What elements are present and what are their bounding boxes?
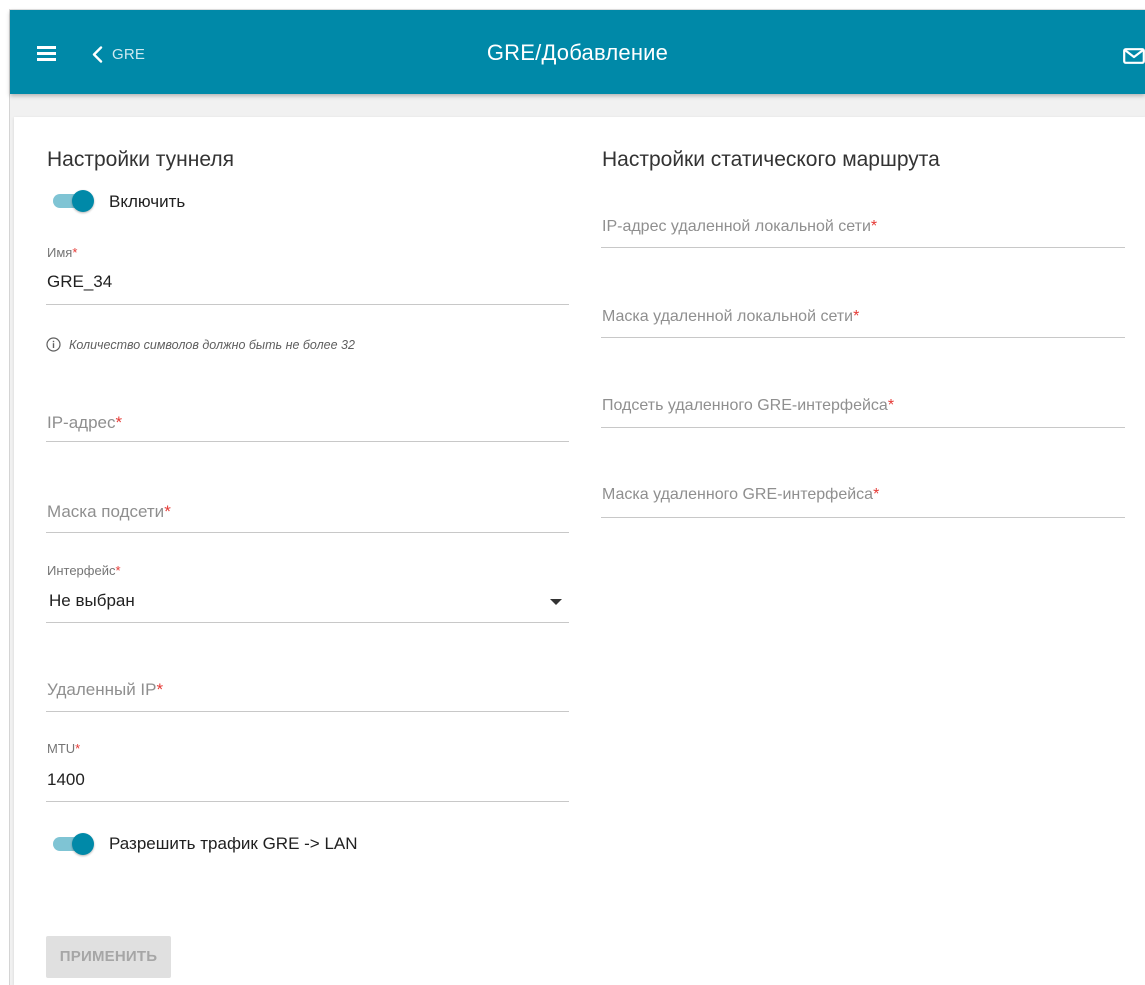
remote-ip-placeholder: Удаленный IP* <box>47 680 164 699</box>
name-hint-text: Количество символов должно быть не более… <box>69 337 355 352</box>
remote-gre-mask-placeholder: Маска удаленного GRE-интерфейса* <box>602 486 880 503</box>
caret-down-icon <box>550 599 562 605</box>
mtu-field-value: 1400 <box>47 770 85 789</box>
remote-ip-field[interactable]: Удаленный IP* <box>46 665 569 712</box>
mtu-field-label: MTU* <box>47 741 81 756</box>
remote-gre-mask-field[interactable]: Маска удаленного GRE-интерфейса* <box>601 476 1125 518</box>
name-hint: Количество символов должно быть не более… <box>46 337 355 352</box>
static-route-section-title: Настройки статического маршрута <box>602 148 940 171</box>
remote-gre-subnet-field[interactable]: Подсеть удаленного GRE-интерфейса* <box>601 386 1125 428</box>
apply-button[interactable]: ПРИМЕНИТЬ <box>46 936 171 978</box>
name-field-label: Имя* <box>47 245 78 260</box>
tunnel-section-title: Настройки туннеля <box>47 148 234 171</box>
interface-field-label: Интерфейс* <box>47 563 121 578</box>
app-header: GRE GRE/Добавление <box>10 10 1145 94</box>
remote-lan-ip-placeholder: IP-адрес удаленной локальной сети* <box>602 218 878 235</box>
allow-traffic-toggle[interactable] <box>50 832 96 856</box>
remote-lan-mask-field[interactable]: Маска удаленной локальной сети* <box>601 296 1125 338</box>
mtu-field[interactable]: 1400 <box>46 758 569 802</box>
remote-lan-ip-field[interactable]: IP-адрес удаленной локальной сети* <box>601 206 1125 248</box>
envelope-icon[interactable] <box>1123 48 1145 64</box>
interface-select-value: Не выбран <box>49 591 135 610</box>
remote-lan-mask-placeholder: Маска удаленной локальной сети* <box>602 308 860 325</box>
interface-select[interactable]: Не выбран <box>46 580 569 623</box>
ip-address-placeholder: IP-адрес* <box>47 413 123 432</box>
ip-address-field[interactable]: IP-адрес* <box>46 396 569 442</box>
subnet-mask-field[interactable]: Маска подсети* <box>46 487 569 533</box>
info-circle-icon <box>46 337 61 352</box>
name-field[interactable]: GRE_34 <box>46 262 569 305</box>
name-field-value: GRE_34 <box>47 272 113 291</box>
enable-toggle[interactable] <box>50 189 96 213</box>
page: GRE GRE/Добавление Настройки туннеля Вкл… <box>0 0 1145 985</box>
allow-traffic-toggle-label: Разрешить трафик GRE -> LAN <box>109 834 358 853</box>
enable-toggle-label: Включить <box>109 192 186 211</box>
page-title: GRE/Добавление <box>486 40 669 65</box>
subnet-mask-placeholder: Маска подсети* <box>47 502 171 521</box>
remote-gre-subnet-placeholder: Подсеть удаленного GRE-интерфейса* <box>602 397 895 414</box>
